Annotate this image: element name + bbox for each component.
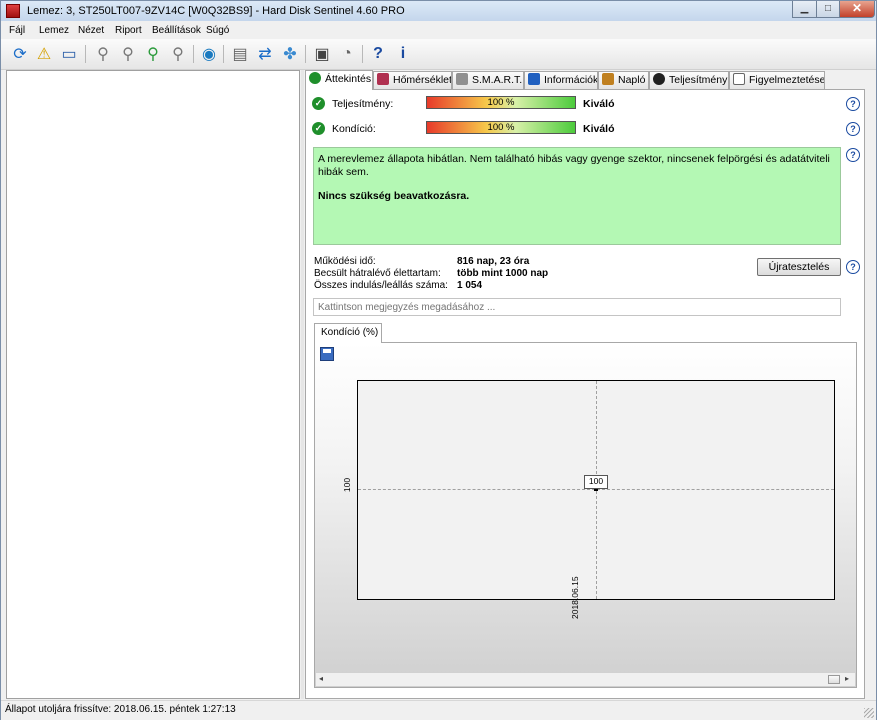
satellite-icon[interactable]: ⚲ bbox=[92, 43, 114, 65]
title-bar: Lemez: 3, ST250LT007-9ZV14C [W0Q32BS9] -… bbox=[1, 1, 876, 21]
tab-label: S.M.A.R.T. bbox=[472, 74, 523, 86]
check-icon: ✓ bbox=[312, 97, 325, 110]
window-title: Lemez: 3, ST250LT007-9ZV14C [W0Q32BS9] -… bbox=[27, 5, 405, 17]
toolbar: ⟳ ⚠ ▭ ⚲ ⚲ ⚲ ⚲ ◉ ▤ ⇄ ✤ ▣ ◔ ? i bbox=[1, 39, 876, 70]
help-icon[interactable]: ? bbox=[846, 148, 860, 162]
performance-rating: Kiváló bbox=[583, 98, 615, 110]
check-icon: ✓ bbox=[312, 122, 325, 135]
toolbar-separator bbox=[85, 45, 86, 63]
panel-splitter[interactable] bbox=[301, 70, 304, 699]
chart-x-tick-label: 2018.06.15 bbox=[570, 576, 580, 619]
note-input[interactable] bbox=[313, 298, 841, 316]
monitor-icon[interactable]: ▣ bbox=[311, 43, 333, 65]
status-message: A merevlemez állapota hibátlan. Nem talá… bbox=[318, 153, 830, 178]
health-rating: Kiváló bbox=[583, 123, 615, 135]
tab-label: Teljesítmény bbox=[669, 74, 728, 86]
tab-performance[interactable]: Teljesítmény bbox=[649, 71, 729, 89]
disk-icon[interactable]: ▭ bbox=[58, 43, 80, 65]
log-icon bbox=[602, 73, 614, 85]
last-updated-text: Állapot utoljára frissítve: 2018.06.15. … bbox=[5, 704, 236, 715]
scroll-thumb[interactable] bbox=[828, 675, 840, 684]
toolbar-separator bbox=[223, 45, 224, 63]
scroll-left-icon[interactable]: ◂ bbox=[319, 674, 323, 683]
tab-label: Figyelmeztetések bbox=[749, 74, 825, 86]
minimize-button[interactable]: ▁ bbox=[792, 1, 817, 18]
close-button[interactable]: ✕ bbox=[839, 1, 875, 18]
tab-health-chart[interactable]: Kondíció (%) bbox=[314, 323, 382, 343]
chart-y-tick-label: 100 bbox=[342, 477, 352, 493]
help-icon[interactable]: ? bbox=[846, 97, 860, 111]
retest-button[interactable]: Újratesztelés bbox=[757, 258, 841, 276]
overview-panel: ✓ Teljesítmény: 100 % Kiváló ? ✓ Kondíci… bbox=[305, 89, 865, 699]
thermometer-icon bbox=[377, 73, 389, 85]
warning-icon[interactable]: ⚠ bbox=[33, 43, 55, 65]
report-icon[interactable]: ▤ bbox=[229, 43, 251, 65]
tab-log[interactable]: Napló bbox=[598, 71, 649, 89]
tab-information[interactable]: Információk bbox=[524, 71, 598, 89]
menu-view[interactable]: Nézet bbox=[78, 25, 104, 36]
toolbar-separator bbox=[305, 45, 306, 63]
health-label: Kondíció: bbox=[332, 123, 376, 135]
status-message-box: A merevlemez állapota hibátlan. Nem talá… bbox=[313, 147, 841, 245]
status-action: Nincs szükség beavatkozásra. bbox=[318, 190, 470, 202]
speaker-icon[interactable]: ◔ bbox=[336, 43, 358, 65]
sync-icon[interactable]: ⇄ bbox=[254, 43, 276, 65]
tab-label: Napló bbox=[618, 74, 646, 86]
satellite-icon[interactable]: ⚲ bbox=[142, 43, 164, 65]
toolbar-separator bbox=[362, 45, 363, 63]
maximize-button[interactable]: □ bbox=[816, 1, 840, 18]
lifetime-value: több mint 1000 nap bbox=[457, 268, 549, 279]
chart-plot-area: 100 bbox=[357, 380, 835, 600]
globe-icon[interactable]: ◉ bbox=[198, 43, 220, 65]
menu-disk[interactable]: Lemez bbox=[39, 25, 69, 36]
status-bar: Állapot utoljára frissítve: 2018.06.15. … bbox=[1, 700, 876, 720]
health-chart: 100 100 2018.06.15 ◂ ▸ bbox=[314, 342, 857, 688]
help-icon[interactable]: ? bbox=[846, 122, 860, 136]
refresh-icon[interactable]: ⟳ bbox=[9, 43, 31, 65]
tab-label: Hőmérséklet bbox=[393, 74, 452, 86]
app-logo-icon bbox=[6, 4, 20, 18]
menu-help[interactable]: Súgó bbox=[206, 25, 229, 36]
menu-report[interactable]: Riport bbox=[115, 25, 142, 36]
performance-label: Teljesítmény: bbox=[332, 98, 394, 110]
tab-temperature[interactable]: Hőmérséklet bbox=[373, 71, 452, 89]
tab-label: Áttekintés bbox=[325, 73, 372, 85]
tab-overview[interactable]: Áttekintés bbox=[305, 70, 373, 90]
resize-grip-icon[interactable] bbox=[864, 708, 874, 718]
chart-horizontal-scrollbar[interactable]: ◂ ▸ bbox=[316, 673, 855, 686]
app-window: Lemez: 3, ST250LT007-9ZV14C [W0Q32BS9] -… bbox=[0, 0, 877, 720]
menu-bar: Fájl Lemez Nézet Riport Beállítások Súgó bbox=[1, 21, 876, 39]
disk-list-panel[interactable] bbox=[6, 70, 300, 699]
uptime-label: Működési idő: bbox=[314, 256, 376, 267]
document-icon bbox=[733, 73, 745, 85]
satellite-icon[interactable]: ⚲ bbox=[167, 43, 189, 65]
help-icon[interactable]: ? bbox=[367, 43, 389, 65]
uptime-value: 816 nap, 23 óra bbox=[457, 256, 530, 267]
help-icon[interactable]: ? bbox=[846, 260, 860, 274]
scroll-right-icon[interactable]: ▸ bbox=[845, 674, 849, 683]
info-icon[interactable]: i bbox=[392, 43, 414, 65]
startstop-value: 1 054 bbox=[457, 280, 483, 291]
tab-alerts[interactable]: Figyelmeztetések bbox=[729, 71, 825, 89]
tab-label: Információk bbox=[544, 74, 598, 86]
startstop-label: Összes indulás/leállás száma: bbox=[314, 280, 448, 291]
lifetime-label: Becsült hátralévő élettartam: bbox=[314, 268, 441, 279]
check-icon bbox=[309, 72, 321, 84]
menu-file[interactable]: Fájl bbox=[9, 25, 25, 36]
performance-bar: 100 % bbox=[426, 96, 576, 109]
satellite-icon[interactable]: ⚲ bbox=[117, 43, 139, 65]
menu-settings[interactable]: Beállítások bbox=[152, 25, 201, 36]
disk-icon bbox=[456, 73, 468, 85]
tab-smart[interactable]: S.M.A.R.T. bbox=[452, 71, 524, 89]
toolbar-separator bbox=[193, 45, 194, 63]
tab-bar: Áttekintés Hőmérséklet S.M.A.R.T. Inform… bbox=[305, 70, 865, 90]
gauge-icon bbox=[653, 73, 665, 85]
save-icon[interactable] bbox=[320, 347, 334, 361]
chart-data-label: 100 bbox=[584, 475, 608, 489]
info-icon bbox=[528, 73, 540, 85]
health-bar: 100 % bbox=[426, 121, 576, 134]
puzzle-icon[interactable]: ✤ bbox=[279, 43, 301, 65]
